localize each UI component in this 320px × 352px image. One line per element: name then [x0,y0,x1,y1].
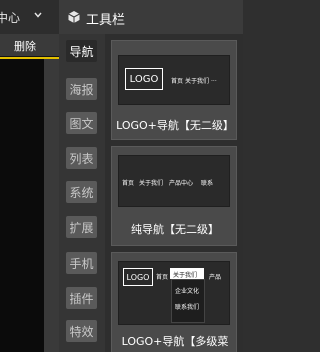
toolbar-header: 工具栏 [59,0,243,34]
logo-placeholder: LOGO [123,268,153,286]
card-preview: LOGO 首页 关于我们 产品 企业文化 联系我们 [118,261,230,325]
nav-item: 首页 [122,180,135,187]
tab-poster[interactable]: 海报 [66,78,97,100]
tab-list[interactable]: 列表 [66,147,97,169]
delete-button[interactable]: 删除 [14,38,36,54]
topbar-dropdown-label[interactable]: 中心 [0,9,20,26]
card-label: LOGO+导航【无二级】 [116,119,234,132]
nav-item: 首页 [156,274,169,281]
submenu-dropdown: 企业文化 联系我们 [171,279,205,323]
component-card-logo-nav[interactable]: LOGO 首页 关于我们 ... LOGO+导航【无二级】 [111,40,237,140]
tab-effects[interactable]: 特效 [66,320,97,342]
cube-icon [68,11,80,23]
tab-mobile[interactable]: 手机 [66,252,97,274]
logo-placeholder: LOGO [125,68,163,90]
card-preview: LOGO 首页 关于我们 ... [118,55,230,105]
component-card-pure-nav[interactable]: 首页 关于我们 产品中心 联系 纯导航【无二级】 [111,146,237,246]
submenu-item: 联系我们 [175,304,200,311]
card-label: 纯导航【无二级】 [131,223,219,236]
nav-item: 产品中心 [169,180,194,187]
card-label: LOGO+导航【多级菜 [121,335,229,348]
nav-item-active: 关于我们 [173,272,198,279]
submenu-item: 企业文化 [175,288,200,295]
nav-item: 关于我们 [139,180,164,187]
toolbar-title: 工具栏 [86,13,126,28]
toolbar-panel: 工具栏 导航 海报 图文 列表 系统 扩展 手机 插件 特效 LOGO 首页 关… [59,0,243,352]
component-list: LOGO 首页 关于我们 ... LOGO+导航【无二级】 首页 关于我们 产品… [105,34,243,352]
tab-nav[interactable]: 导航 [66,40,97,62]
nav-item: 关于我们 [185,78,210,85]
nav-item: 联系 [201,180,214,187]
nav-item: ... [211,76,217,83]
editor-canvas: 中心 删除 [0,0,59,352]
component-card-logo-multilevel[interactable]: LOGO 首页 关于我们 产品 企业文化 联系我们 LOGO+导航【多级菜 [111,252,237,352]
nav-item: 首页 [171,78,184,85]
tab-extension[interactable]: 扩展 [66,216,97,238]
tab-system[interactable]: 系统 [66,181,97,203]
tab-plugin[interactable]: 插件 [66,287,97,309]
category-tabs: 导航 海报 图文 列表 系统 扩展 手机 插件 特效 [59,34,105,352]
card-preview: 首页 关于我们 产品中心 联系 [118,155,230,207]
chevron-down-icon[interactable] [34,12,42,18]
canvas-scrollbar[interactable] [44,59,59,352]
nav-item: 产品 [209,274,222,281]
tab-rich-text[interactable]: 图文 [66,112,97,134]
